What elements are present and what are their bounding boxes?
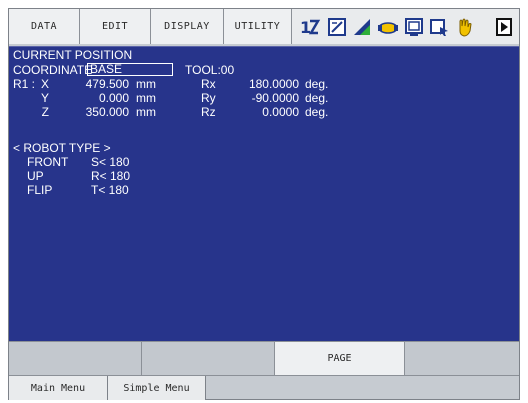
pendant-screen: DATA EDIT DISPLAY UTILITY 1 CURRENT POSI…: [8, 8, 520, 400]
robot-group-label: R1 :: [13, 77, 36, 91]
display-icon: [403, 16, 425, 38]
current-position-panel: CURRENT POSITION COORDINATE BASE TOOL:00…: [9, 46, 519, 341]
menu-display-tab[interactable]: DISPLAY: [151, 9, 224, 44]
menu-utility-tab[interactable]: UTILITY: [224, 9, 292, 44]
robot-type-front-value: S< 180: [91, 155, 130, 169]
axis-rz-label: Rz: [201, 105, 216, 119]
axis-rx-unit: deg.: [305, 77, 329, 91]
axis-z-label: Z: [41, 105, 49, 119]
axis-ry-value: -90.0000: [251, 91, 299, 105]
axis-ry-unit: deg.: [305, 91, 329, 105]
robot-type-flip-label: FLIP: [27, 183, 53, 197]
axis-y-label: Y: [40, 91, 49, 105]
robot-type-flip-value: T< 180: [91, 183, 129, 197]
main-menu-button[interactable]: Main Menu: [9, 376, 108, 400]
axis-x-label: X: [40, 77, 49, 91]
coordinate-select[interactable]: BASE: [87, 63, 173, 76]
page-title: CURRENT POSITION: [13, 48, 133, 62]
function-key-2[interactable]: [142, 342, 275, 375]
robot-type-up-label: UP: [27, 169, 44, 183]
hand-icon: [454, 16, 476, 38]
axis-y-value: 0.000: [98, 91, 129, 105]
axis-y-unit: mm: [136, 91, 156, 105]
axis-z-unit: mm: [136, 105, 156, 119]
axis-x-unit: mm: [136, 77, 156, 91]
menu-data-tab[interactable]: DATA: [9, 9, 80, 44]
axis-rz-unit: deg.: [305, 105, 329, 119]
step-number-icon: 1: [300, 16, 322, 38]
axis-rz-value: 0.0000: [262, 105, 299, 119]
robot-type-up-value: R< 180: [91, 169, 131, 183]
bottom-menu-bar: Main Menu Simple Menu: [9, 375, 519, 400]
simple-menu-button[interactable]: Simple Menu: [108, 376, 206, 400]
function-key-4[interactable]: [405, 342, 519, 375]
axis-rx-label: Rx: [201, 77, 216, 91]
signal-chart-icon: [352, 16, 374, 38]
function-key-1[interactable]: [9, 342, 142, 375]
axis-ry-label: Ry: [201, 91, 216, 105]
axis-z-value: 350.000: [85, 105, 129, 119]
tool-number: TOOL:00: [185, 63, 235, 77]
handshake-icon: [377, 16, 399, 38]
function-key-bar: PAGE: [9, 341, 519, 375]
menu-edit-tab[interactable]: EDIT: [80, 9, 151, 44]
robot-type-front-label: FRONT: [27, 155, 69, 169]
axis-rx-value: 180.0000: [248, 77, 299, 91]
coordinate-label: COORDINATE: [13, 63, 93, 77]
cursor-window-icon: [429, 16, 451, 38]
status-bar: 1: [292, 9, 519, 44]
robot-type-header: < ROBOT TYPE >: [13, 141, 111, 155]
axis-x-value: 479.500: [85, 77, 129, 91]
page-button[interactable]: PAGE: [275, 342, 405, 375]
play-icon: [494, 16, 516, 38]
edit-sheet-icon: [326, 16, 348, 38]
